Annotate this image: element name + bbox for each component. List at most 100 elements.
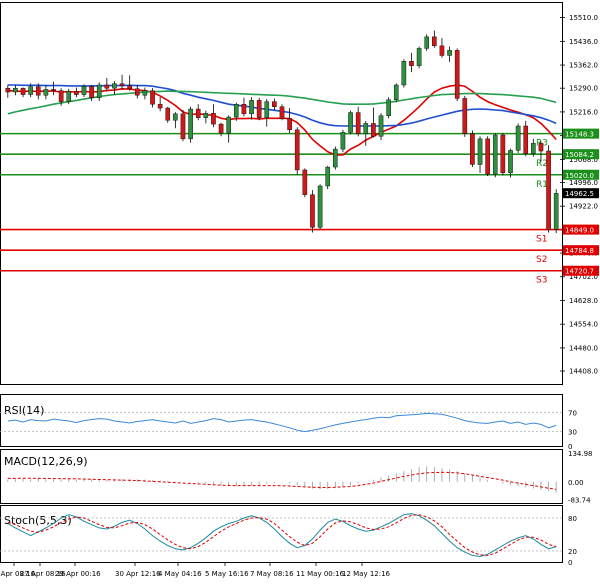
candle-body [378, 115, 384, 137]
price-tick-label: 14996.0 [569, 179, 598, 187]
candle-body [112, 83, 117, 89]
candle-body [363, 123, 369, 134]
candle-body [302, 169, 308, 195]
candle-body [439, 45, 445, 56]
candle-body [333, 148, 338, 168]
level-value-label-s3: 14720.7 [565, 268, 594, 276]
level-value-label-r1: 15020.0 [565, 172, 594, 180]
candle-body [348, 112, 353, 133]
level-value-label-s1: 14849.0 [565, 227, 594, 235]
level-name-s2: S2 [536, 255, 547, 265]
candle-body [500, 134, 506, 174]
macd-tick-label: 0.00 [568, 479, 584, 487]
stoch-tick-label: 0 [568, 559, 572, 567]
candle-body [340, 132, 346, 150]
candle-body [432, 36, 437, 47]
price-tick-label: 14554.0 [569, 321, 598, 329]
candle-body [43, 89, 49, 96]
level-value-label-s2: 14784.8 [565, 247, 594, 255]
candle-body [462, 98, 468, 134]
panel-frame-0 [0, 2, 563, 385]
candle-body [454, 50, 460, 99]
price-tick-label: 14480.0 [569, 344, 598, 352]
price-tick-label: 14628.0 [569, 297, 598, 305]
candle-body [104, 84, 110, 89]
candle-body [401, 61, 407, 86]
candle-body [371, 123, 376, 137]
date-tick-label: 11 May 00:16 [296, 570, 345, 578]
price-chart-svg: 15510.015436.015362.015290.015216.015142… [0, 2, 599, 578]
price-tick-label: 15216.0 [569, 108, 598, 116]
candle-body [211, 112, 216, 125]
candle-body [508, 150, 513, 174]
candle-body [485, 138, 490, 175]
candle-body [325, 166, 330, 187]
candle-body [203, 112, 209, 118]
candle-body [409, 61, 414, 66]
macd-tick-label: 134.98 [568, 450, 593, 458]
candle-body [96, 84, 102, 98]
stoch-line-0 [7, 513, 557, 558]
candle-body [5, 87, 11, 93]
candle-body [523, 125, 529, 154]
stoch-tick-label: 20 [568, 548, 577, 556]
stoch-line-1 [7, 514, 557, 556]
candle-body [134, 88, 140, 96]
rsi-line [7, 412, 557, 433]
candle-body [165, 107, 171, 121]
rsi-panel: 70300 [0, 409, 577, 451]
candle-body [386, 99, 391, 116]
price-tick-label: 15362.0 [569, 62, 598, 70]
candle-body [416, 48, 422, 66]
candlesticks [5, 30, 559, 234]
candle-body [142, 90, 148, 96]
level-name-r1: R1 [536, 180, 548, 190]
level-value-label-r3: 15148.3 [565, 131, 594, 139]
date-tick-label: 7 May 08:16 [250, 570, 294, 578]
candle-body [20, 87, 26, 95]
date-tick-label: 29 Apr 00:16 [55, 570, 101, 578]
candle-body [279, 106, 285, 119]
candle-body [317, 185, 323, 228]
candle-body [66, 91, 72, 102]
chart-window: 15510.015436.015362.015290.015216.015142… [0, 0, 600, 583]
candle-body [226, 116, 231, 134]
candle-body [393, 84, 399, 100]
price-tick-label: 15510.0 [569, 14, 598, 22]
candle-body [477, 138, 483, 165]
price-tick-label: 14408.0 [569, 368, 598, 376]
stoch-tick-label: 80 [568, 515, 577, 523]
candle-body [58, 90, 64, 102]
candle-body [35, 86, 41, 96]
candle-body [546, 150, 551, 230]
candle-body [294, 129, 300, 171]
rsi-tick-label: 70 [568, 409, 577, 417]
date-tick-label: 4 May 04:16 [158, 570, 202, 578]
macd-title: MACD(12,26,9) [4, 455, 88, 468]
candle-body [256, 100, 262, 118]
candle-body [89, 86, 94, 98]
candle-body [310, 194, 315, 228]
candle-body [287, 118, 292, 131]
price-tick-label: 15436.0 [569, 38, 598, 46]
candle-body [470, 133, 475, 165]
candle-body [264, 101, 270, 118]
date-tick-label: 12 May 12:16 [342, 570, 391, 578]
candle-body [81, 86, 87, 95]
candle-body [272, 101, 277, 107]
candle-body [127, 85, 132, 90]
candle-body [355, 112, 361, 134]
rsi-tick-label: 30 [568, 429, 577, 437]
candle-body [51, 89, 56, 91]
level-value-label-r2: 15084.2 [565, 151, 594, 159]
candle-body [74, 91, 79, 95]
macd-tick-label: -83.74 [568, 497, 591, 505]
level-name-s1: S1 [536, 235, 547, 245]
candle-body [234, 104, 239, 118]
candle-body [241, 104, 247, 115]
current-price-label: 14962.5 [565, 190, 594, 198]
price-tick-label: 15290.0 [569, 85, 598, 93]
time-axis: 6 Apr 08:1627 Apr 08:1629 Apr 00:1630 Ap… [0, 562, 391, 578]
candle-body [188, 108, 193, 140]
candle-body [531, 143, 536, 154]
